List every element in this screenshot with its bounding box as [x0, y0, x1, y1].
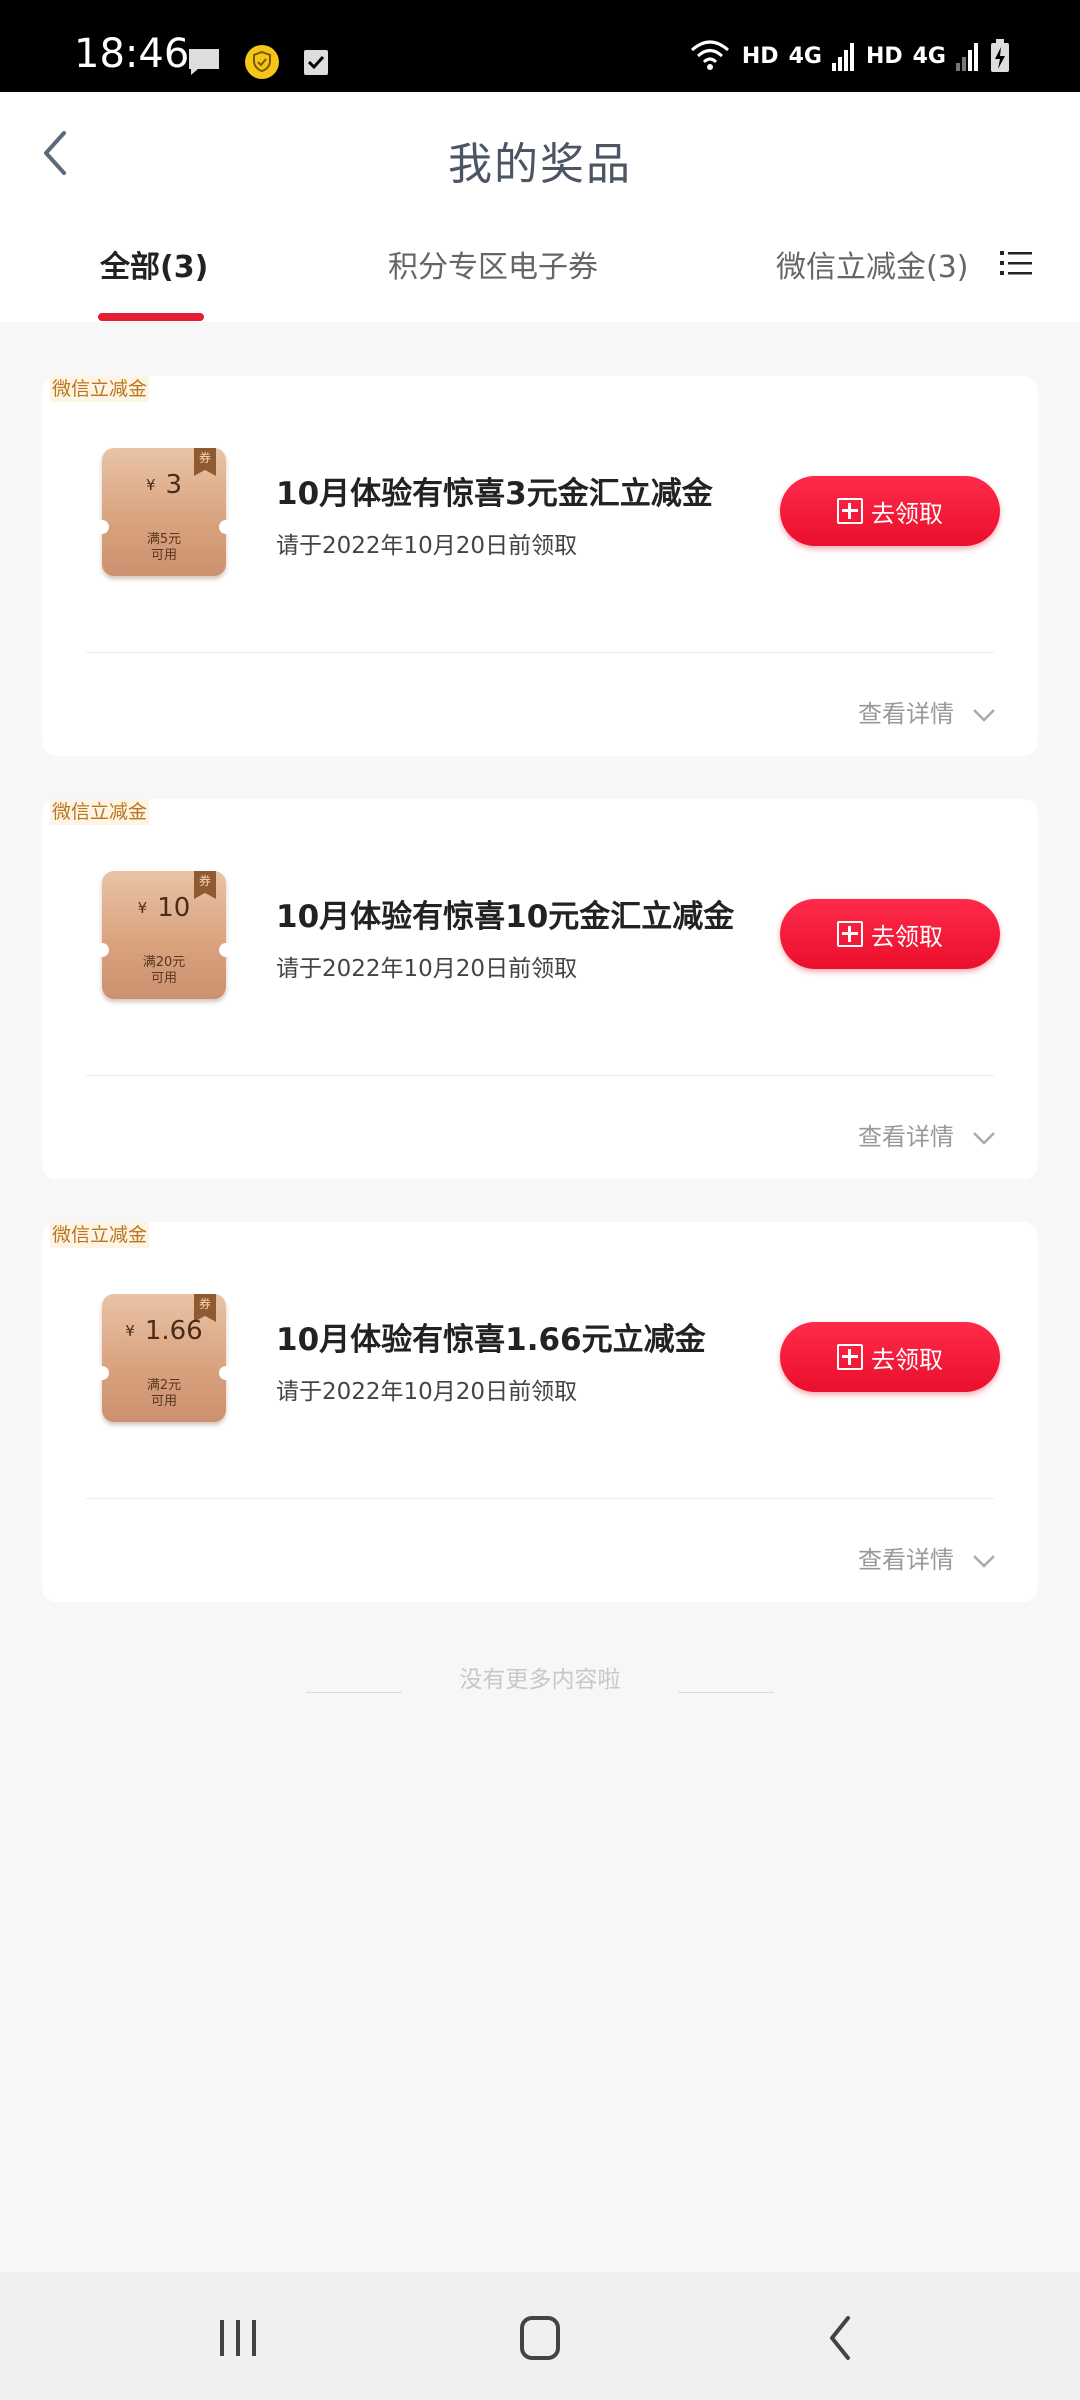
tab-all[interactable]: 全部(3) — [100, 242, 208, 286]
network-type-2: 4G — [912, 43, 946, 69]
currency-symbol: ¥ — [125, 1322, 135, 1340]
status-time: 18:46 — [74, 31, 190, 77]
status-notification-icons — [186, 44, 330, 80]
coupon-condition-line2: 可用 — [150, 971, 177, 986]
tab-wechat-discount[interactable]: 微信立减金(3) — [776, 242, 969, 286]
recent-apps-icon[interactable] — [208, 2312, 268, 2364]
active-tab-indicator — [98, 313, 204, 321]
home-icon[interactable] — [510, 2312, 570, 2364]
chevron-down-icon[interactable] — [972, 1554, 996, 1568]
card-tag: 微信立减金 — [50, 376, 150, 402]
claim-button[interactable]: 去领取 — [780, 476, 1000, 546]
coupon-value: ¥10 — [102, 893, 226, 923]
card-tag: 微信立减金 — [50, 799, 150, 825]
chevron-down-icon[interactable] — [972, 1131, 996, 1145]
prize-card: 微信立减金 券 ¥1.66 满2元 可用 10月体验有惊喜1.66元立减金 请于2… — [42, 1222, 1038, 1602]
page-title: 我的奖品 — [448, 139, 632, 190]
card-tag: 微信立减金 — [50, 1222, 150, 1248]
coupon-amount: 1.66 — [144, 1316, 203, 1346]
prize-card: 微信立减金 券 ¥3 满5元 可用 10月体验有惊喜3元金汇立减金 请于2022年… — [42, 376, 1038, 756]
coupon-ticket: 券 ¥10 满20元 可用 — [95, 871, 233, 999]
status-system-icons: HD 4G HD 4G — [688, 38, 1010, 74]
prize-title: 10月体验有惊喜3元金汇立减金 — [276, 476, 713, 512]
divider-line-right — [678, 1692, 774, 1693]
coupon-amount: 10 — [157, 893, 191, 923]
prize-deadline: 请于2022年10月20日前领取 — [276, 1379, 578, 1405]
coupon-ticket: 券 ¥3 满5元 可用 — [95, 448, 233, 576]
tab-points-vouchers[interactable]: 积分专区电子券 — [388, 242, 598, 286]
no-more-content-note: 没有更多内容啦 — [459, 1667, 621, 1693]
network-type: 4G — [788, 43, 822, 69]
coupon-value: ¥3 — [102, 470, 226, 500]
card-divider — [86, 652, 994, 653]
hd-indicator-2: HD — [865, 43, 903, 69]
coupon-condition-line2: 可用 — [150, 1394, 177, 1409]
claim-icon — [837, 1344, 863, 1370]
prize-deadline: 请于2022年10月20日前领取 — [276, 956, 578, 982]
prize-deadline: 请于2022年10月20日前领取 — [276, 533, 578, 559]
card-divider — [86, 1075, 994, 1076]
claim-button[interactable]: 去领取 — [780, 1322, 1000, 1392]
coupon-condition-line1: 满2元 — [146, 1378, 182, 1393]
checkbox-icon — [304, 50, 328, 75]
status-bar: 18:46 HD 4G HD 4G — [0, 0, 1080, 92]
prize-card: 微信立减金 券 ¥10 满20元 可用 10月体验有惊喜10元金汇立减金 请于20… — [42, 799, 1038, 1179]
wifi-icon — [690, 40, 729, 70]
claim-icon — [837, 498, 863, 524]
currency-symbol: ¥ — [137, 899, 148, 917]
view-details-link[interactable]: 查看详情 — [858, 1540, 954, 1575]
back-icon[interactable] — [812, 2312, 872, 2364]
card-divider — [86, 1498, 994, 1499]
system-nav-bar — [0, 2272, 1080, 2400]
claim-label: 去领取 — [871, 1345, 943, 1374]
coupon-condition-line1: 满20元 — [142, 955, 186, 970]
claim-button[interactable]: 去领取 — [780, 899, 1000, 969]
coupon-ticket: 券 ¥1.66 满2元 可用 — [95, 1294, 233, 1422]
signal-icon — [831, 43, 854, 71]
coupon-value: ¥1.66 — [102, 1316, 226, 1346]
battery-charging-icon — [991, 39, 1009, 72]
coupon-condition: 满2元 可用 — [102, 1378, 226, 1410]
coupon-condition: 满5元 可用 — [102, 532, 226, 564]
coupon-condition-line1: 满5元 — [146, 532, 182, 547]
hd-indicator: HD — [741, 43, 779, 69]
claim-label: 去领取 — [871, 922, 943, 951]
coupon-condition: 满20元 可用 — [102, 955, 226, 987]
list-icon[interactable] — [1000, 248, 1032, 278]
page-header: 我的奖品 全部(3) 积分专区电子券 微信立减金(3) — [0, 92, 1080, 322]
claim-label: 去领取 — [871, 499, 943, 528]
signal-icon-2 — [956, 43, 978, 71]
prize-title: 10月体验有惊喜10元金汇立减金 — [276, 899, 735, 935]
view-details-link[interactable]: 查看详情 — [858, 1117, 954, 1152]
view-details-link[interactable]: 查看详情 — [858, 694, 954, 729]
coupon-amount: 3 — [165, 470, 183, 500]
claim-icon — [837, 921, 863, 947]
coupon-condition-line2: 可用 — [150, 548, 177, 563]
prize-title: 10月体验有惊喜1.66元立减金 — [276, 1322, 706, 1358]
shield-icon — [245, 45, 279, 79]
currency-symbol: ¥ — [145, 476, 156, 494]
chevron-down-icon[interactable] — [972, 708, 996, 722]
message-icon — [189, 49, 219, 75]
